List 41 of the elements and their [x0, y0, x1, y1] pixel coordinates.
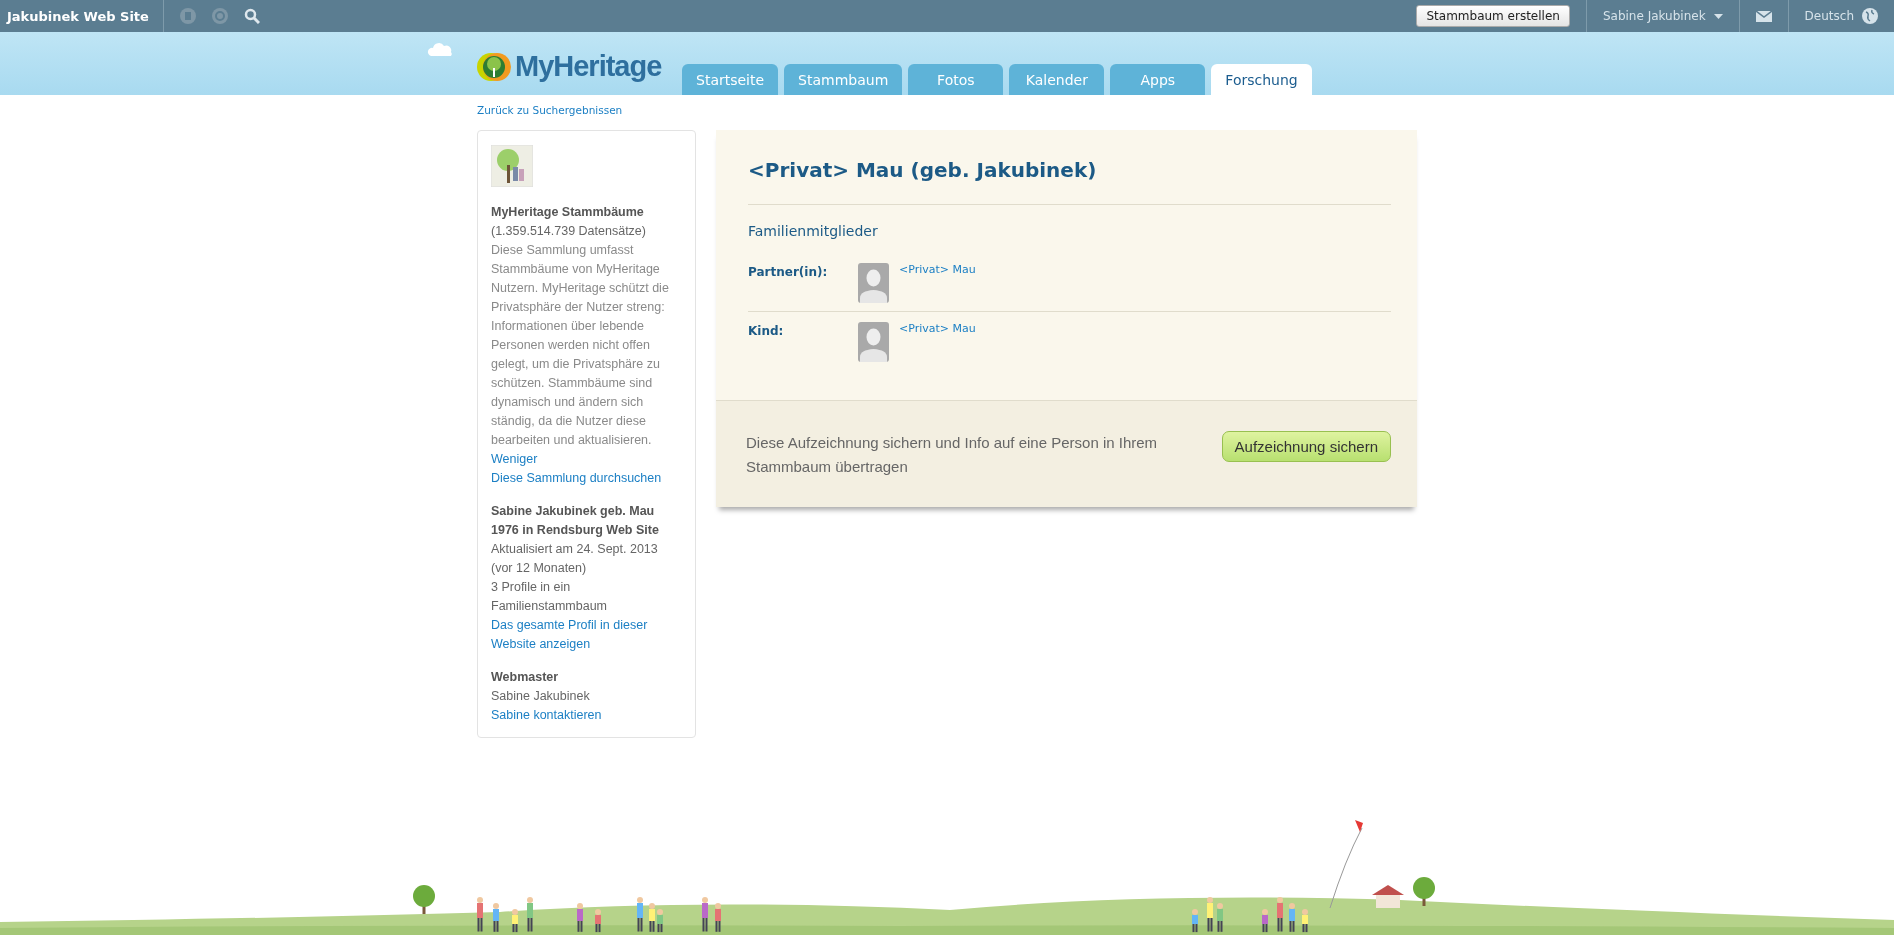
search-icon[interactable] [243, 8, 260, 24]
user-menu[interactable]: Sabine Jakubinek [1602, 9, 1706, 23]
save-record-button[interactable]: Aufzeichnung sichern [1221, 431, 1391, 462]
avatar-icon [858, 263, 889, 303]
site-title: Sabine Jakubinek geb. Mau 1976 in Rendsburg Web Site [491, 503, 660, 539]
caret-icon[interactable] [1713, 13, 1723, 19]
profile-count: 3 Profile in ein Familienstammbaum [491, 579, 608, 615]
webmaster-heading: Webmaster [491, 669, 560, 686]
nav-tab[interactable]: Kalender [1009, 64, 1105, 95]
nav-tab[interactable]: Fotos [908, 64, 1004, 95]
create-tree-button[interactable]: Stammbaum erstellen [1416, 5, 1570, 27]
nav-tab[interactable]: Stammbaum [784, 64, 903, 95]
less-link[interactable]: Weniger [491, 452, 538, 466]
cloud-icon [427, 42, 455, 56]
mail-icon[interactable] [1755, 10, 1772, 22]
family-tree-icon [491, 145, 533, 187]
section-heading: Familienmitglieder [748, 223, 879, 239]
record-title: <Privat> Mau (geb. Jakubinek) [748, 158, 1098, 182]
updated-age: (vor 12 Monaten) [491, 560, 588, 577]
collection-title: MyHeritage Stammbäume [491, 204, 645, 221]
updated-date: Aktualisiert am 24. Sept. 2013 [491, 541, 659, 558]
relation-label: Partner(in): [748, 264, 829, 279]
relation-label: Kind: [748, 323, 785, 338]
webmaster-name: Sabine Jakubinek [491, 688, 591, 705]
search-collection-link[interactable]: Diese Sammlung durchsuchen [491, 469, 685, 488]
record-count: (1.359.514.739 Datensätze) [491, 223, 647, 240]
save-prompt: Diese Aufzeichnung sichern und Info auf eine Person in Ihrem Stammbaum übertragen [746, 433, 1159, 477]
nav-tab[interactable]: Forschung [1211, 64, 1312, 95]
logo-text: MyHeritage [515, 50, 662, 83]
language-menu[interactable]: Deutsch [1804, 9, 1854, 23]
nav-tab[interactable]: Startseite [682, 64, 779, 95]
contact-link[interactable]: Sabine kontaktieren [491, 706, 685, 725]
back-link[interactable]: Zurück zu Suchergebnissen [477, 104, 623, 116]
member-link[interactable]: <Privat> Mau [899, 263, 976, 276]
logo-icon [477, 50, 511, 83]
collection-description: Diese Sammlung umfasst Stammbäume von MyHeritage Nutzern. MyHeritage schützt die Privatsphäre der Nutzer streng: Informationen über lebende Personen werden nicht offen gelegt, um die Privatsphäre zu schützen. Stammbäume sind dynamisch und ändern sich ständig, da die Nutzer diese bearbeiten und aktualisieren. Weniger [491, 242, 670, 468]
avatar-icon [858, 322, 889, 362]
nav-tab[interactable]: Apps [1110, 64, 1206, 95]
member-link[interactable]: <Privat> Mau [899, 322, 976, 335]
globe-icon[interactable] [1862, 8, 1878, 24]
view-profile-link[interactable]: Das gesamte Profil in dieser Website anzeigen [491, 616, 685, 654]
